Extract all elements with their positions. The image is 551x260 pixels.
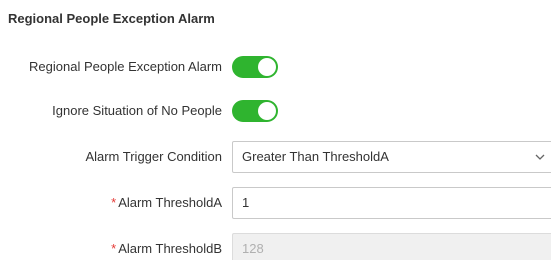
trigger-condition-value: Greater Than ThresholdA [242,149,389,164]
threshold-a-label-text: Alarm ThresholdA [118,195,222,210]
regional-alarm-label: Regional People Exception Alarm [29,59,222,74]
ignore-no-people-row: Ignore Situation of No People [0,95,551,127]
ignore-no-people-label: Ignore Situation of No People [52,103,222,118]
threshold-a-input[interactable]: 1 [232,187,551,219]
ignore-no-people-toggle[interactable] [232,100,278,122]
threshold-b-input: 128 [232,233,551,260]
chevron-down-icon[interactable] [534,151,546,163]
required-mark: * [111,241,117,256]
required-mark: * [111,195,117,210]
alarm-settings-panel: Regional People Exception Alarm Regional… [0,0,551,260]
trigger-condition-row: Alarm Trigger Condition Greater Than Thr… [0,141,551,173]
toggle-knob [258,58,276,76]
toggle-knob [258,102,276,120]
threshold-a-label: * Alarm ThresholdA [111,187,222,219]
threshold-a-row: * Alarm ThresholdA 1 [0,187,551,219]
threshold-a-value: 1 [242,195,250,210]
threshold-b-label-text: Alarm ThresholdB [118,241,222,256]
regional-alarm-row: Regional People Exception Alarm [0,51,551,83]
threshold-b-value: 128 [242,241,264,256]
regional-alarm-toggle[interactable] [232,56,278,78]
threshold-b-row: * Alarm ThresholdB 128 [0,233,551,260]
trigger-condition-label: Alarm Trigger Condition [85,149,222,164]
section-title: Regional People Exception Alarm [8,11,215,26]
threshold-b-label: * Alarm ThresholdB [111,233,222,260]
trigger-condition-select[interactable]: Greater Than ThresholdA [232,141,551,173]
